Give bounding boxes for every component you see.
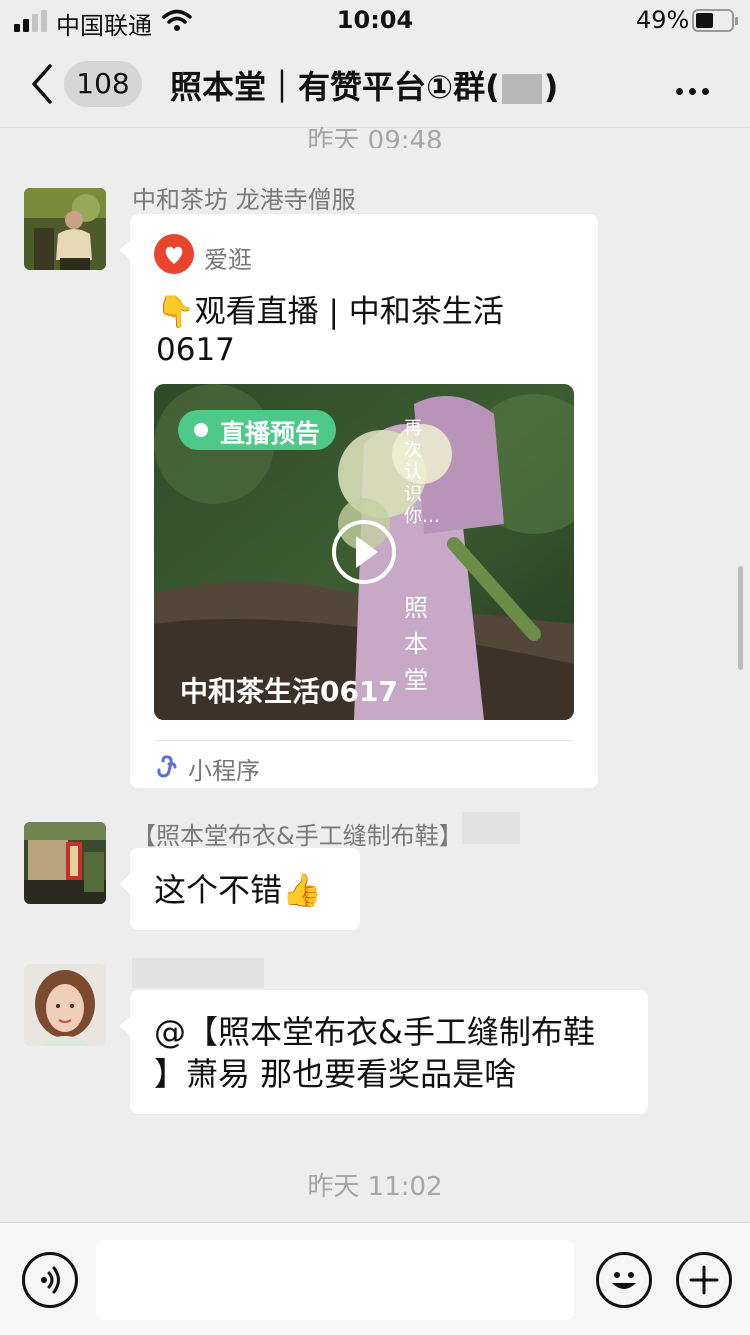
avatar-image: [24, 188, 106, 270]
vertical-brand: 照本堂: [404, 594, 428, 694]
add-button[interactable]: [676, 1252, 732, 1308]
unread-count-badge[interactable]: 108: [64, 61, 142, 107]
vertical-caption: 再次认识你…: [404, 418, 440, 527]
live-badge: 直播预告: [220, 419, 321, 448]
timestamp: 昨天 09:48: [0, 120, 750, 148]
redacted-block: [462, 812, 520, 844]
sender-name: 中和茶坊 龙港寺僧服: [132, 186, 356, 214]
message-text-line1: @【照本堂布衣&手工缝制布鞋: [154, 1013, 595, 1051]
message-input[interactable]: [96, 1240, 574, 1320]
avatar[interactable]: [24, 188, 106, 270]
card-preview-image[interactable]: 直播预告 再次认识你… 照本堂 中和茶生活0617: [154, 384, 574, 720]
avatar[interactable]: [24, 964, 106, 1046]
avatar-image: [24, 964, 106, 1046]
voice-button[interactable]: [22, 1252, 78, 1308]
chat-title-close: ): [543, 68, 559, 106]
app-name: 爱逛: [204, 246, 252, 274]
mini-program-card[interactable]: 爱逛 👇观看直播 | 中和茶生活 0617 直播预告 再次认识你… 照本堂 中和…: [120, 214, 598, 788]
emoji-button[interactable]: [596, 1252, 652, 1308]
scrollbar[interactable]: [738, 566, 743, 670]
redacted-sender: [132, 958, 264, 988]
status-bar: 中国联通 10:04 49%: [0, 0, 750, 40]
chat-title-text: 照本堂｜有赞平台①群(: [170, 68, 500, 106]
avatar-image: [24, 822, 106, 904]
avatar[interactable]: [24, 822, 106, 904]
message-bubble[interactable]: @【照本堂布衣&手工缝制布鞋 】萧易 那也要看奖品是啥: [120, 990, 648, 1114]
timestamp: 昨天 11:02: [307, 1172, 443, 1202]
message-text: 这个不错👍: [154, 871, 322, 909]
message-text-line2: 】萧易 那也要看奖品是啥: [154, 1055, 517, 1093]
mini-program-label: 小程序: [188, 757, 260, 785]
battery-icon: [692, 9, 738, 32]
emoji-icon: [612, 1272, 636, 1289]
plus-icon: [689, 1265, 719, 1295]
card-title-line2: 0617: [156, 332, 235, 368]
battery-percent: 49%: [636, 6, 690, 34]
more-options-icon[interactable]: [676, 80, 715, 99]
app-logo-icon: [154, 234, 194, 274]
back-icon[interactable]: [28, 60, 68, 108]
card-divider: [154, 740, 574, 741]
message-bubble[interactable]: 这个不错👍: [120, 848, 360, 930]
sender-name: 【照本堂布衣&手工缝制布鞋】: [132, 822, 463, 850]
mini-program-icon: [157, 755, 177, 778]
redacted-block: [501, 74, 542, 104]
preview-title: 中和茶生活0617: [180, 675, 398, 708]
voice-icon: [41, 1266, 60, 1294]
chat-title: 照本堂｜有赞平台①群(): [170, 62, 558, 108]
timestamp-text: 昨天 09:48: [307, 126, 443, 148]
